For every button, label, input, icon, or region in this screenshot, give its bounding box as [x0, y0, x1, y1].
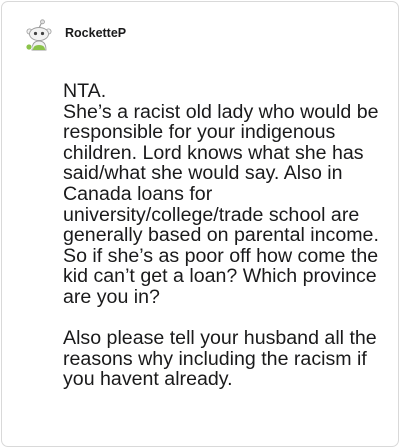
comment-paragraph: Also please tell your husband all the re… [63, 328, 381, 390]
username[interactable]: RocketteP [65, 26, 126, 40]
comment-paragraph-text: Also please tell your husband all the re… [63, 327, 377, 391]
comment-header: RocketteP [22, 18, 126, 54]
comment-paragraph-text: NTA. She’s a racist old lady who would b… [63, 80, 379, 308]
snoo-avatar-icon[interactable] [22, 19, 56, 53]
comment-paragraph: NTA. She’s a racist old lady who would b… [63, 81, 381, 308]
comment-card: RocketteP NTA. She’s a racist old lady w… [1, 1, 399, 447]
comment-body: NTA. She’s a racist old lady who would b… [63, 81, 381, 390]
